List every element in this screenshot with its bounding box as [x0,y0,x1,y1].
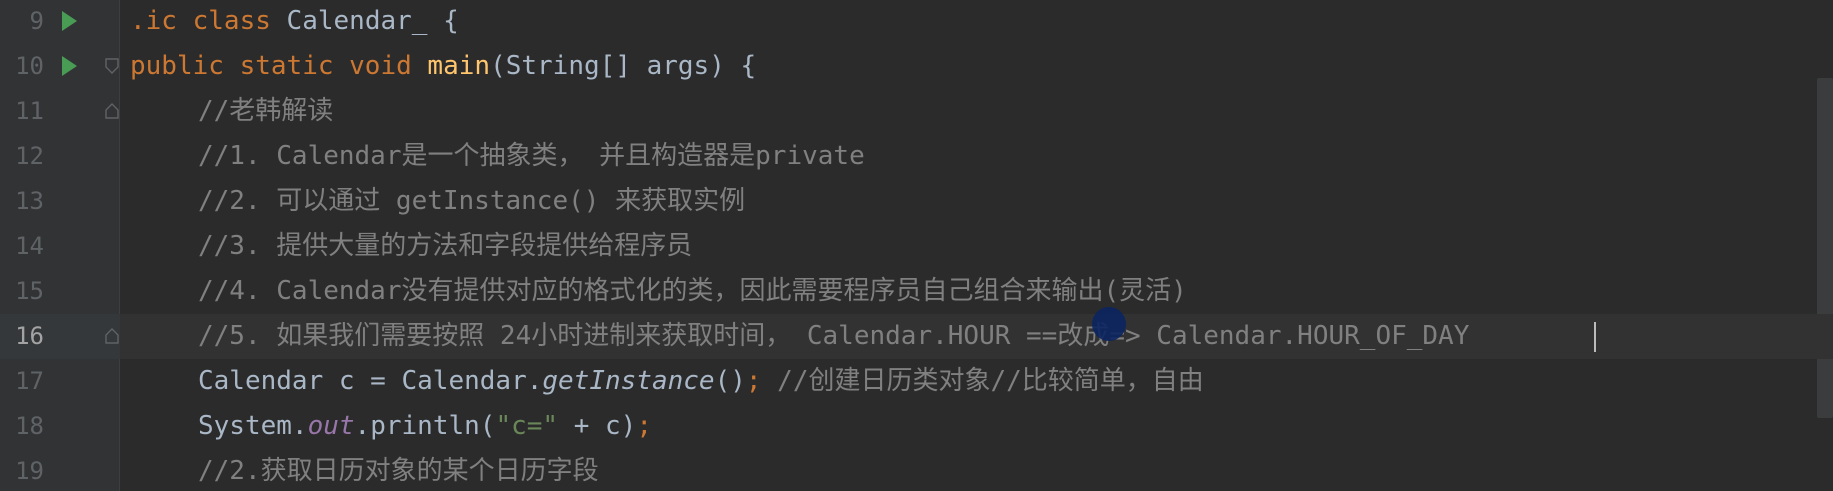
code-text: Calendar c = Calendar.getInstance(); //创… [198,366,1204,396]
code-text: .ic class Calendar_ { [130,6,459,36]
gutter-line: 12 [0,134,120,179]
code-line-13[interactable]: 13 //2. 可以通过 getInstance() 来获取实例 [0,179,1833,224]
line-number: 15 [15,277,44,305]
gutter-line: 19 [0,449,120,491]
line-number: 13 [15,187,44,215]
code-line-10[interactable]: 10 public static void main(String[] args… [0,44,1833,89]
gutter-line: 14 [0,224,120,269]
code-text: System.out.println("c=" + c); [198,411,652,441]
code-line-16-current[interactable]: 16 //5. 如果我们需要按照 24小时进制来获取时间， Calendar.H… [0,314,1833,359]
code-line-18[interactable]: 18 System.out.println("c=" + c); [0,404,1833,449]
gutter-line: 18 [0,404,120,449]
line-number: 10 [15,52,44,80]
code-line-9[interactable]: 9 .ic class Calendar_ { [0,0,1833,44]
code-text: //4. Calendar没有提供对应的格式化的类，因此需要程序员自己组合来输出… [198,276,1187,306]
code-line-14[interactable]: 14 //3. 提供大量的方法和字段提供给程序员 [0,224,1833,269]
gutter-line: 15 [0,269,120,314]
fold-end-icon[interactable] [105,328,119,344]
code-text: //5. 如果我们需要按照 24小时进制来获取时间， Calendar.HOUR… [198,321,1470,351]
code-line-19[interactable]: 19 //2.获取日历对象的某个日历字段 [0,449,1833,491]
code-text: public static void main(String[] args) { [130,51,757,81]
code-text: //老韩解读 [198,96,334,126]
line-number: 11 [15,97,44,125]
gutter-line: 9 [0,0,120,44]
code-line-15[interactable]: 15 //4. Calendar没有提供对应的格式化的类，因此需要程序员自己组合… [0,269,1833,314]
code-editor[interactable]: 9 .ic class Calendar_ { 10 public static… [0,0,1833,491]
line-number: 9 [29,7,44,35]
fold-end-icon[interactable] [105,103,119,119]
line-number: 14 [15,232,44,260]
run-icon[interactable] [62,56,77,76]
gutter-line: 10 [0,44,120,89]
line-number: 18 [15,412,44,440]
code-text: //2. 可以通过 getInstance() 来获取实例 [198,186,746,216]
code-line-11[interactable]: 11 //老韩解读 [0,89,1833,134]
code-text: //2.获取日历对象的某个日历字段 [198,456,599,486]
line-number: 17 [15,367,44,395]
fold-icon[interactable] [105,58,119,74]
gutter-line: 13 [0,179,120,224]
gutter-line: 11 [0,89,120,134]
code-text: //1. Calendar是一个抽象类， 并且构造器是private [198,141,865,171]
gutter-line: 16 [0,314,120,359]
mouse-pointer-icon [1092,307,1126,341]
code-line-12[interactable]: 12 //1. Calendar是一个抽象类， 并且构造器是private [0,134,1833,179]
code-text: //3. 提供大量的方法和字段提供给程序员 [198,231,693,261]
gutter-line: 17 [0,359,120,404]
text-caret [1594,322,1596,352]
code-line-17[interactable]: 17 Calendar c = Calendar.getInstance(); … [0,359,1833,404]
line-number: 12 [15,142,44,170]
line-number: 16 [15,322,44,350]
run-icon[interactable] [62,11,77,31]
line-number: 19 [15,457,44,485]
